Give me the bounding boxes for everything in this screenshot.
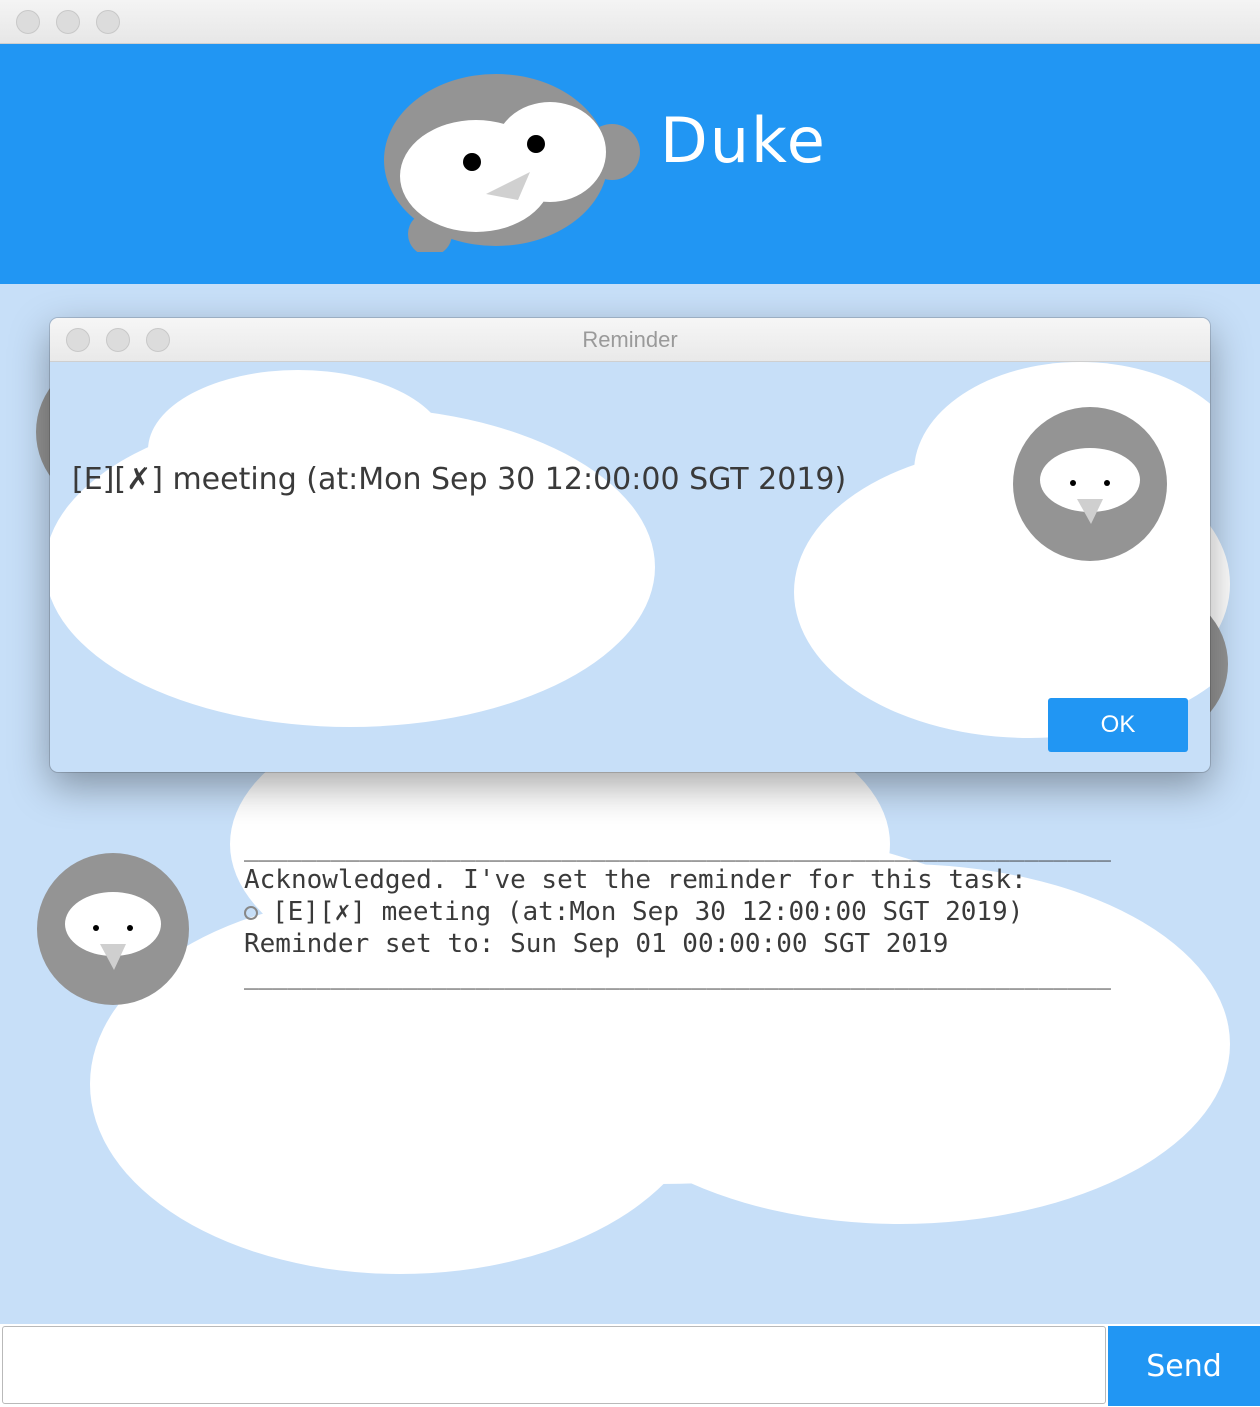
close-window-button[interactable] (16, 10, 40, 34)
message-input[interactable] (2, 1326, 1106, 1404)
bot-message: ________________________________________… (244, 832, 1204, 992)
owl-avatar-icon (37, 853, 189, 1005)
dialog-body: [E][✗] meeting (at:Mon Sep 30 12:00:00 S… (50, 362, 1210, 772)
message-line-task: [E][✗] meeting (at:Mon Sep 30 12:00:00 S… (244, 896, 1204, 928)
separator-top: ________________________________________… (244, 834, 1111, 862)
minimize-window-button[interactable] (56, 10, 80, 34)
reminder-message: [E][✗] meeting (at:Mon Sep 30 12:00:00 S… (72, 462, 847, 497)
separator-bottom: ________________________________________… (244, 962, 1111, 990)
task-text: [E][✗] meeting (at:Mon Sep 30 12:00:00 S… (272, 897, 1024, 927)
message-line-ack: Acknowledged. I've set the reminder for … (244, 865, 1027, 895)
dialog-title: Reminder (582, 327, 678, 352)
dialog-titlebar: Reminder (50, 318, 1210, 362)
message-line-reminder: Reminder set to: Sun Sep 01 00:00:00 SGT… (244, 929, 949, 959)
window-titlebar (0, 0, 1260, 44)
app-header: Duke (0, 44, 1260, 284)
ok-button[interactable]: OK (1048, 698, 1188, 752)
duke-owl-icon (384, 74, 640, 252)
zoom-window-button[interactable] (96, 10, 120, 34)
input-bar: Send (0, 1324, 1260, 1407)
send-button[interactable]: Send (1108, 1326, 1260, 1406)
owl-avatar-icon (1013, 407, 1167, 561)
reminder-dialog: [E][✗] meeting (at:Mon Sep 30 12:00:00 S… (50, 318, 1210, 772)
alarm-clock-icon (244, 905, 258, 920)
app-title: Duke (660, 104, 827, 177)
